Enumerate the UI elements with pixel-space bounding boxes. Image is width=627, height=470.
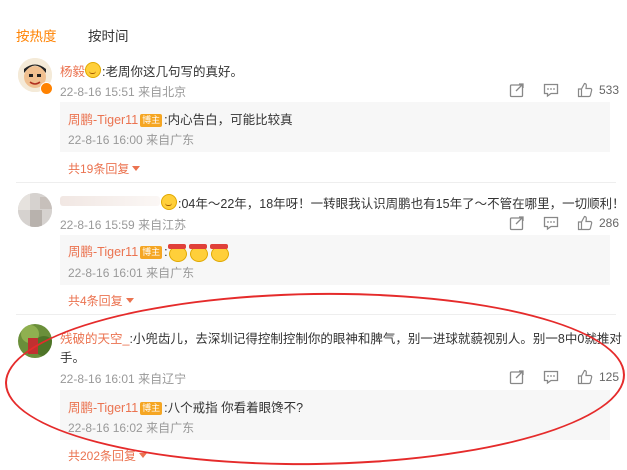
reply-meta: 22-8-16 16:01 来自广东 <box>68 264 194 281</box>
comment-text: :老周你这几句写的真好。 <box>102 65 243 79</box>
emoji-icon <box>161 194 177 210</box>
blogger-badge: 博主 <box>140 402 163 415</box>
comment-user[interactable]: 杨毅 <box>60 65 85 79</box>
chevron-down-icon <box>132 166 141 171</box>
reply-location: 来自广东 <box>146 266 195 280</box>
tab-hot[interactable]: 按热度 <box>16 25 57 45</box>
share-icon[interactable] <box>509 215 525 231</box>
divider <box>16 314 616 315</box>
more-replies-link[interactable]: 共202条回复 <box>68 447 148 464</box>
like-count: 125 <box>599 370 620 384</box>
reply-text: :八个戒指 你看着眼馋不? <box>164 401 304 415</box>
reply-text: :内心告白，可能比较真 <box>164 113 293 127</box>
comment-icon[interactable] <box>543 215 559 231</box>
reply-user[interactable]: 周鹏-Tiger11 <box>68 113 138 127</box>
tab-time[interactable]: 按时间 <box>88 25 129 45</box>
chevron-down-icon <box>125 298 134 303</box>
comment-meta: 22-8-16 15:51 来自北京 <box>60 83 186 100</box>
more-replies-label: 共202条回复 <box>68 449 137 463</box>
comment-line: :04年～22年，18年呀！一转眼我认识周鹏也有15年了～不管在哪里，一切顺利！ <box>161 193 625 213</box>
reply-time: 22-8-16 16:00 <box>68 133 143 147</box>
comment-location: 来自江苏 <box>138 218 187 232</box>
emoji-icon <box>85 62 102 78</box>
emoji-icon <box>167 242 187 262</box>
comment-line: 杨毅 :老周你这几句写的真好。 <box>60 61 243 81</box>
comment-actions: 286 <box>509 215 619 231</box>
comment-text-continued: 手。 <box>60 351 86 365</box>
like-count: 533 <box>599 83 620 97</box>
more-replies-link[interactable]: 共4条回复 <box>68 292 134 309</box>
avatar[interactable] <box>18 193 52 227</box>
share-icon[interactable] <box>509 369 525 385</box>
reply-location: 来自广东 <box>146 133 195 147</box>
like-count: 286 <box>599 216 620 230</box>
comment-text: :小兜齿儿，去深圳记得控制控制你的眼神和脾气，别一进球就藐视别人。别一8中0就推… <box>129 332 622 346</box>
emoji-icon <box>209 242 229 262</box>
comment-time: 22-8-16 15:51 <box>60 85 135 99</box>
comment-time: 22-8-16 15:59 <box>60 218 135 232</box>
blogger-badge: 博主 <box>140 114 163 127</box>
comment-line: 残破的天空_:小兜齿儿，去深圳记得控制控制你的眼神和脾气，别一进球就藐视别人。别… <box>60 328 622 348</box>
comment-location: 来自北京 <box>138 85 187 99</box>
reply-user[interactable]: 周鹏-Tiger11 <box>68 401 138 415</box>
like-icon[interactable] <box>577 215 593 231</box>
divider <box>16 182 616 183</box>
reply-line: 周鹏-Tiger11 博主: <box>68 241 231 262</box>
comment-meta: 22-8-16 15:59 来自江苏 <box>60 216 186 233</box>
reply-user[interactable]: 周鹏-Tiger11 <box>68 245 138 259</box>
comment-location: 来自辽宁 <box>138 372 187 386</box>
more-replies-label: 共4条回复 <box>68 294 123 308</box>
reply-line: 周鹏-Tiger11 博主:八个戒指 你看着眼馋不? <box>68 397 303 417</box>
comment-actions: 533 <box>509 82 619 98</box>
comment-text: :04年～22年，18年呀！一转眼我认识周鹏也有15年了～不管在哪里，一切顺利！ <box>178 197 625 211</box>
comment-meta: 22-8-16 16:01 来自辽宁 <box>60 370 186 387</box>
more-replies-label: 共19条回复 <box>68 162 130 176</box>
like-icon[interactable] <box>577 82 593 98</box>
reply-location: 来自广东 <box>146 421 195 435</box>
comment-user[interactable]: 残破的天空_ <box>60 332 129 346</box>
more-replies-link[interactable]: 共19条回复 <box>68 160 141 177</box>
blogger-badge: 博主 <box>140 246 163 259</box>
share-icon[interactable] <box>509 82 525 98</box>
reply-line: 周鹏-Tiger11 博主:内心告白，可能比较真 <box>68 109 293 129</box>
avatar[interactable] <box>18 324 52 358</box>
verified-badge-icon <box>40 82 53 95</box>
like-icon[interactable] <box>577 369 593 385</box>
comment-icon[interactable] <box>543 82 559 98</box>
comment-actions: 125 <box>509 369 619 385</box>
reply-meta: 22-8-16 16:02 来自广东 <box>68 419 194 436</box>
comment-time: 22-8-16 16:01 <box>60 372 135 386</box>
reply-time: 22-8-16 16:01 <box>68 266 143 280</box>
reply-meta: 22-8-16 16:00 来自广东 <box>68 131 194 148</box>
blurred-username <box>60 196 160 206</box>
comment-icon[interactable] <box>543 369 559 385</box>
reply-time: 22-8-16 16:02 <box>68 421 143 435</box>
emoji-icon <box>188 242 208 262</box>
chevron-down-icon <box>139 453 148 458</box>
